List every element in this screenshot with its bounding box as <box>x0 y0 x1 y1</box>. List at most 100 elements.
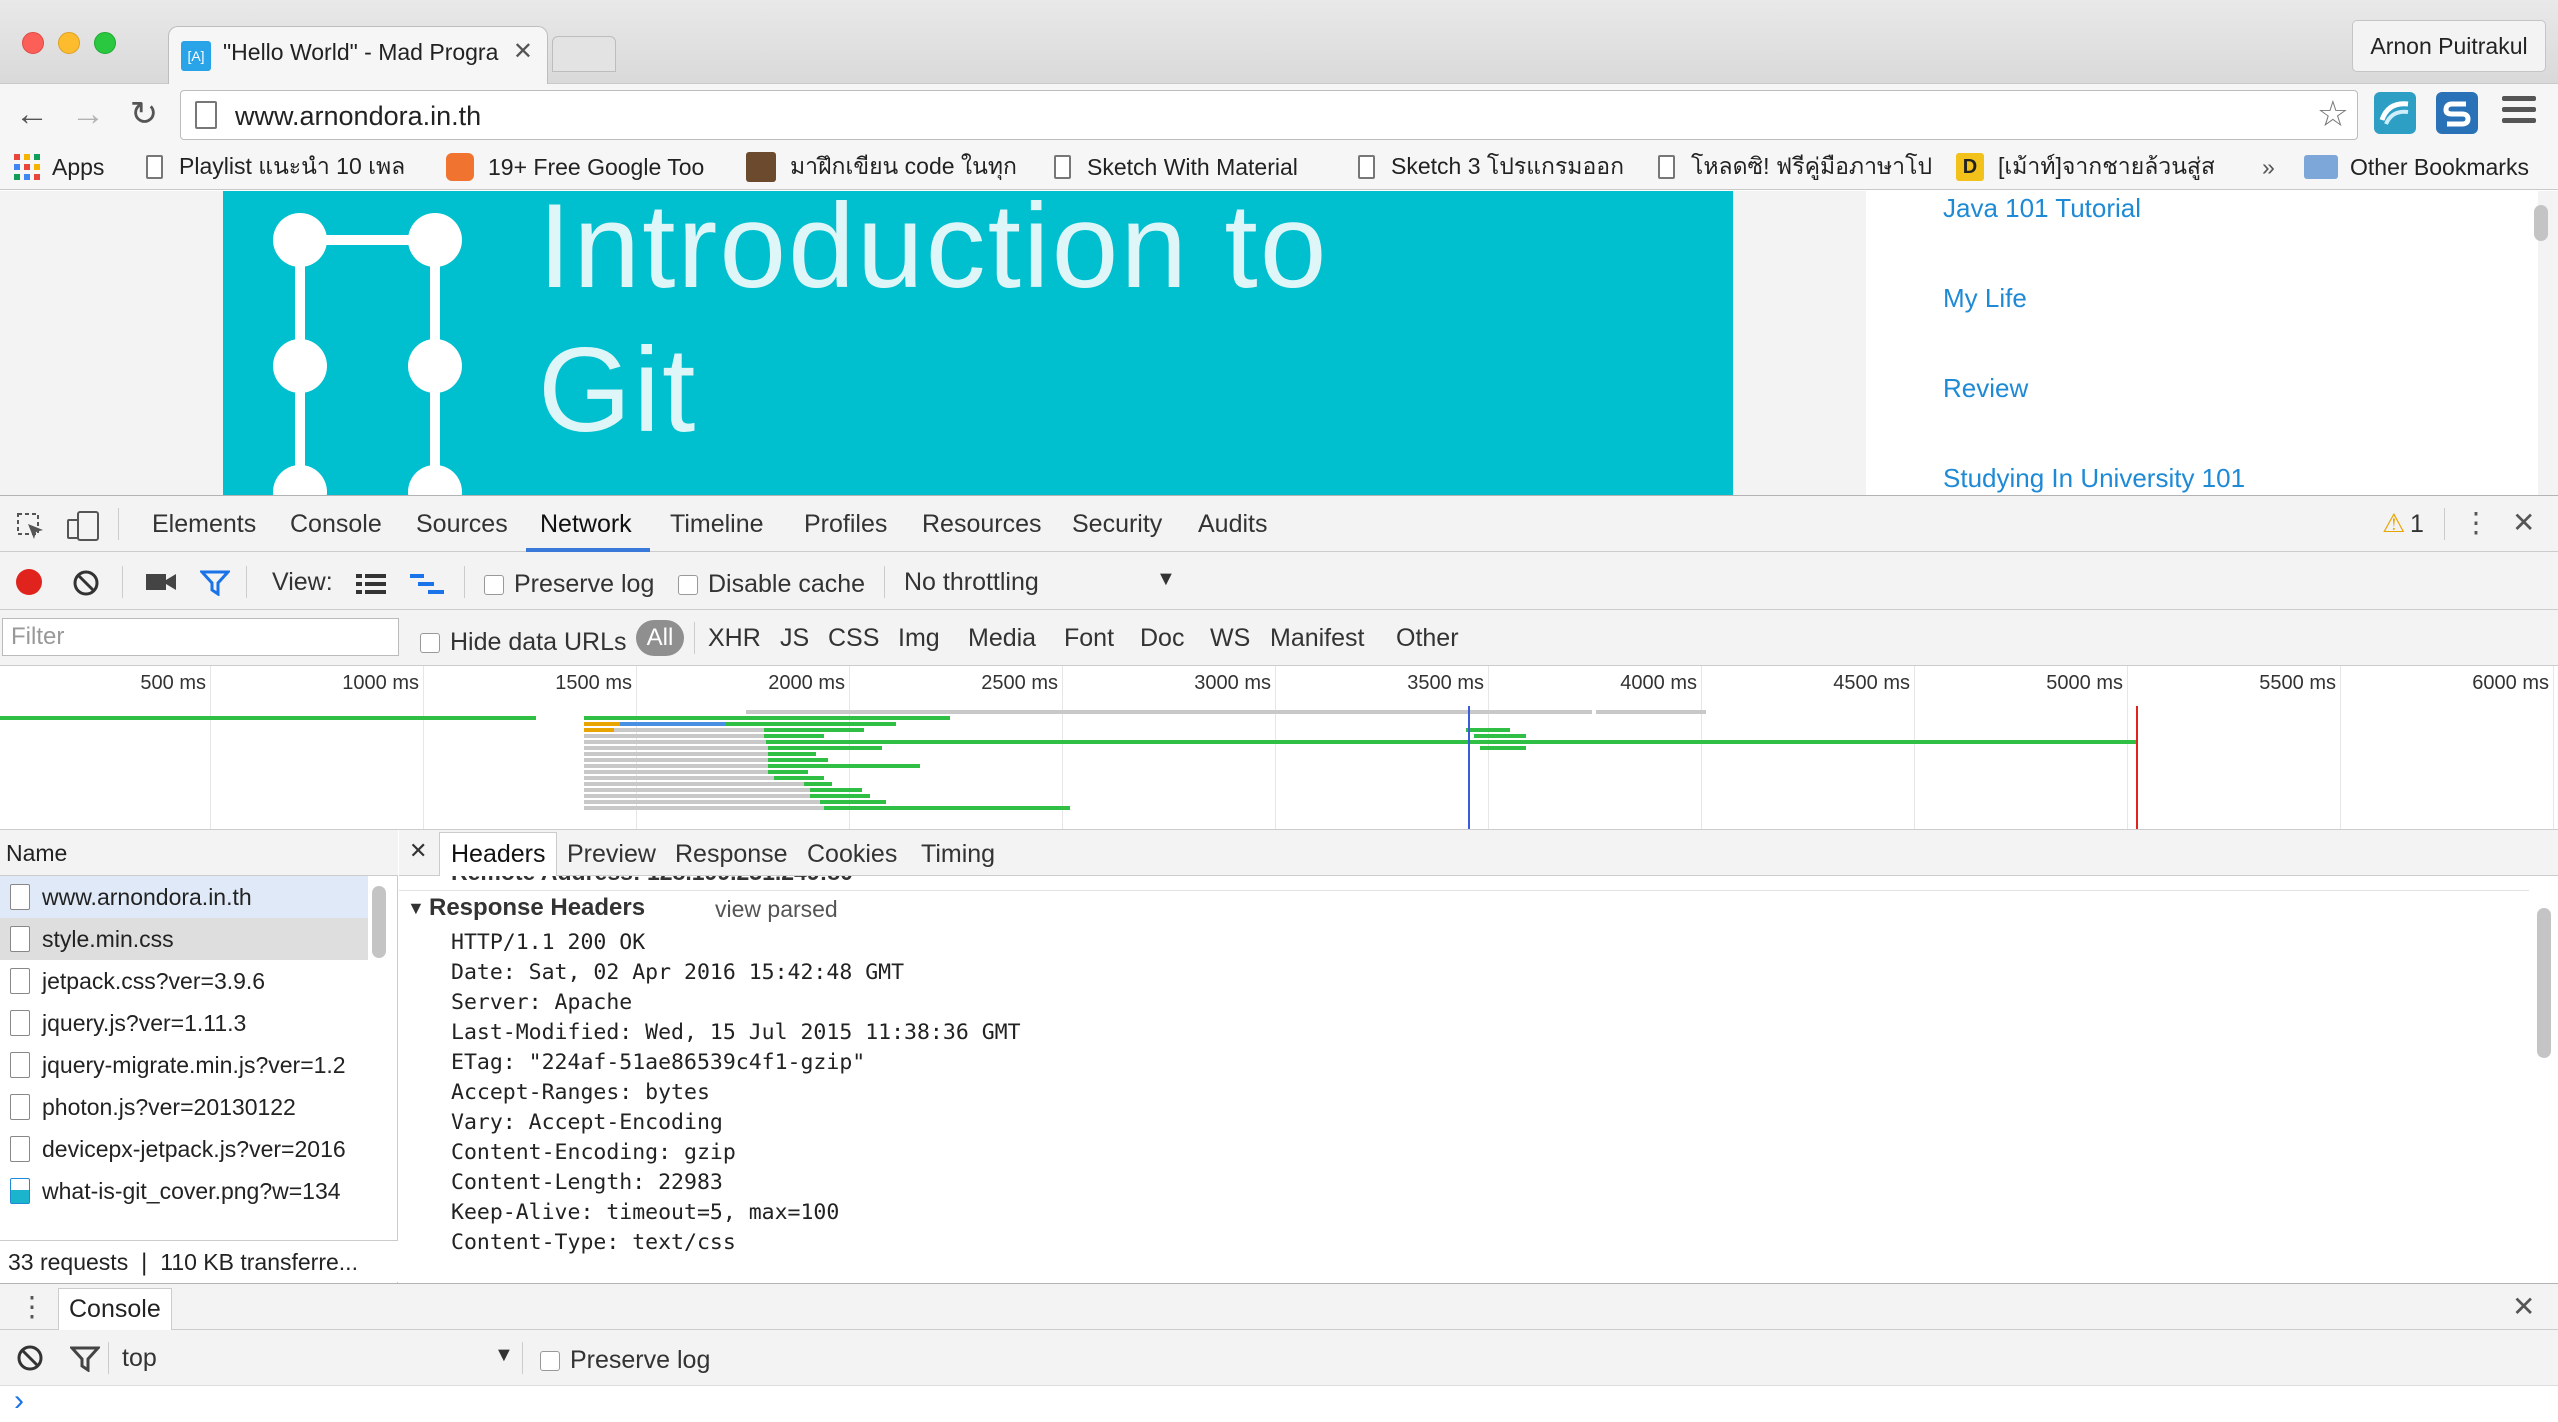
filter-type-xhr[interactable]: XHR <box>708 624 761 653</box>
request-row[interactable]: photon.js?ver=20130122 <box>0 1086 368 1128</box>
console-preserve-log-checkbox[interactable]: Preserve log <box>540 1346 710 1375</box>
bookmark-item[interactable]: Sketch 3 โปรแกรมออก <box>1358 152 1645 182</box>
chevron-down-icon[interactable]: ▼ <box>1156 568 1176 591</box>
request-row[interactable]: www.arnondora.in.th <box>0 876 368 918</box>
filter-type-media[interactable]: Media <box>968 624 1036 653</box>
bookmark-item[interactable]: D [เม้าท์]จากชายล้วนสู่สห <box>1956 152 2214 182</box>
close-window-button[interactable] <box>22 32 44 54</box>
tab-console[interactable]: Console <box>290 510 382 539</box>
more-vertical-icon[interactable]: ⋮ <box>2462 506 2490 539</box>
filter-type-manifest[interactable]: Manifest <box>1270 624 1364 653</box>
network-overview-timeline[interactable]: 500 ms 1000 ms 1500 ms 2000 ms 2500 ms 3… <box>0 666 2558 830</box>
sidebar-link[interactable]: Studying In University 101 <box>1943 463 2245 494</box>
waterfall-view-icon[interactable] <box>410 572 446 596</box>
bookmark-star-icon[interactable]: ☆ <box>2317 93 2349 135</box>
reload-icon[interactable]: ↻ <box>122 92 166 136</box>
drawer-tab-console[interactable]: Console <box>58 1288 172 1330</box>
clear-console-icon[interactable] <box>16 1344 44 1372</box>
detail-tab-timing[interactable]: Timing <box>921 840 995 869</box>
bookmark-item[interactable]: Playlist แนะนำ 10 เพล <box>146 152 429 182</box>
clear-icon[interactable] <box>72 569 100 597</box>
console-prompt[interactable]: › <box>14 1384 24 1418</box>
filter-type-img[interactable]: Img <box>898 624 940 653</box>
checkbox-box[interactable] <box>678 574 698 595</box>
close-devtools-icon[interactable]: ✕ <box>2512 506 2535 539</box>
inspect-element-icon[interactable] <box>16 512 46 542</box>
bookmark-item[interactable]: Sketch With Material <box>1054 152 1311 182</box>
request-row[interactable]: jquery-migrate.min.js?ver=1.2 <box>0 1044 368 1086</box>
warning-icon[interactable]: ⚠ <box>2382 508 2405 539</box>
response-headers-title[interactable]: Response Headers <box>429 894 645 922</box>
disable-cache-checkbox[interactable]: Disable cache <box>678 570 865 599</box>
drawer-menu-icon[interactable]: ⋮ <box>18 1290 46 1323</box>
bookmark-apps[interactable]: Apps <box>14 152 104 182</box>
filter-funnel-icon[interactable] <box>200 570 230 596</box>
maximize-window-button[interactable] <box>94 32 116 54</box>
back-arrow-icon[interactable]: ← <box>10 92 54 136</box>
bookmark-item[interactable]: 19+ Free Google Too <box>446 152 704 182</box>
detail-tab-preview[interactable]: Preview <box>567 840 656 869</box>
request-row[interactable]: jquery.js?ver=1.11.3 <box>0 1002 368 1044</box>
screenshot-camera-icon[interactable] <box>146 570 176 594</box>
minimize-window-button[interactable] <box>58 32 80 54</box>
profile-button[interactable]: Arnon Puitrakul <box>2352 20 2546 72</box>
extension-s-icon[interactable] <box>2436 92 2478 134</box>
extension-wave-icon[interactable] <box>2374 92 2416 134</box>
tab-timeline[interactable]: Timeline <box>670 510 764 539</box>
close-detail-icon[interactable]: ✕ <box>409 838 427 864</box>
hide-data-urls-checkbox[interactable]: Hide data URLs <box>420 628 626 657</box>
detail-tab-cookies[interactable]: Cookies <box>807 840 897 869</box>
tab-network[interactable]: Network <box>540 510 632 539</box>
page-scrollbar[interactable] <box>2534 205 2548 241</box>
request-row[interactable]: what-is-git_cover.png?w=134 <box>0 1170 368 1212</box>
tab-elements[interactable]: Elements <box>152 510 256 539</box>
browser-menu-icon[interactable] <box>2502 96 2536 130</box>
filter-type-doc[interactable]: Doc <box>1140 624 1184 653</box>
new-tab-button[interactable] <box>552 36 616 72</box>
checkbox-box[interactable] <box>420 632 440 653</box>
filter-type-other[interactable]: Other <box>1396 624 1459 653</box>
sidebar-link[interactable]: Review <box>1943 373 2028 404</box>
post-cover-image[interactable]: Introduction to Git <box>223 191 1733 495</box>
requests-scrollbar[interactable] <box>372 886 386 958</box>
tab-profiles[interactable]: Profiles <box>804 510 887 539</box>
tab-close-icon[interactable]: ✕ <box>513 37 533 66</box>
tab-audits[interactable]: Audits <box>1198 510 1267 539</box>
sidebar-link[interactable]: My Life <box>1943 283 2027 314</box>
console-context-select[interactable]: top <box>122 1344 157 1373</box>
preserve-log-checkbox[interactable]: Preserve log <box>484 570 654 599</box>
address-url[interactable]: www.arnondora.in.th <box>235 101 481 132</box>
bookmark-item[interactable]: มาฝึกเขียน code ในทุก <box>746 152 1020 182</box>
bookmark-item[interactable]: โหลดซิ! ฟรีคู่มือภาษาโป <box>1658 152 1953 182</box>
list-view-icon[interactable] <box>356 572 386 596</box>
other-bookmarks-folder[interactable]: Other Bookmarks <box>2304 152 2529 182</box>
detail-tab-headers[interactable]: Headers <box>451 840 546 869</box>
warning-count[interactable]: 1 <box>2410 510 2424 539</box>
checkbox-box[interactable] <box>484 574 504 595</box>
name-column-header[interactable]: Name <box>0 830 398 876</box>
tab-resources[interactable]: Resources <box>922 510 1042 539</box>
console-filter-icon[interactable] <box>70 1346 100 1372</box>
tab-sources[interactable]: Sources <box>416 510 508 539</box>
throttling-select[interactable]: No throttling <box>904 568 1039 597</box>
request-row[interactable]: devicepx-jetpack.js?ver=2016 <box>0 1128 368 1170</box>
browser-tab-active[interactable]: [A] "Hello World" - Mad Progra ✕ <box>168 26 548 84</box>
device-mode-icon[interactable] <box>66 510 100 542</box>
filter-input[interactable]: Filter <box>2 618 399 656</box>
detail-tab-response[interactable]: Response <box>675 840 788 869</box>
address-bar[interactable]: www.arnondora.in.th ☆ <box>180 90 2358 140</box>
request-row[interactable]: jetpack.css?ver=3.9.6 <box>0 960 368 1002</box>
close-drawer-icon[interactable]: ✕ <box>2512 1290 2535 1323</box>
forward-arrow-icon[interactable]: → <box>66 92 110 136</box>
detail-scrollbar[interactable] <box>2537 908 2551 1058</box>
request-row-selected[interactable]: style.min.css <box>0 918 368 960</box>
filter-type-js[interactable]: JS <box>780 624 809 653</box>
chevron-down-icon[interactable]: ▼ <box>494 1344 514 1367</box>
bookmarks-overflow-chevron[interactable]: » <box>2262 152 2275 182</box>
filter-type-font[interactable]: Font <box>1064 624 1114 653</box>
filter-type-ws[interactable]: WS <box>1210 624 1250 653</box>
sidebar-link[interactable]: Java 101 Tutorial <box>1943 193 2141 224</box>
view-parsed-link[interactable]: view parsed <box>715 896 838 923</box>
record-button[interactable] <box>16 569 42 595</box>
checkbox-box[interactable] <box>540 1350 560 1371</box>
